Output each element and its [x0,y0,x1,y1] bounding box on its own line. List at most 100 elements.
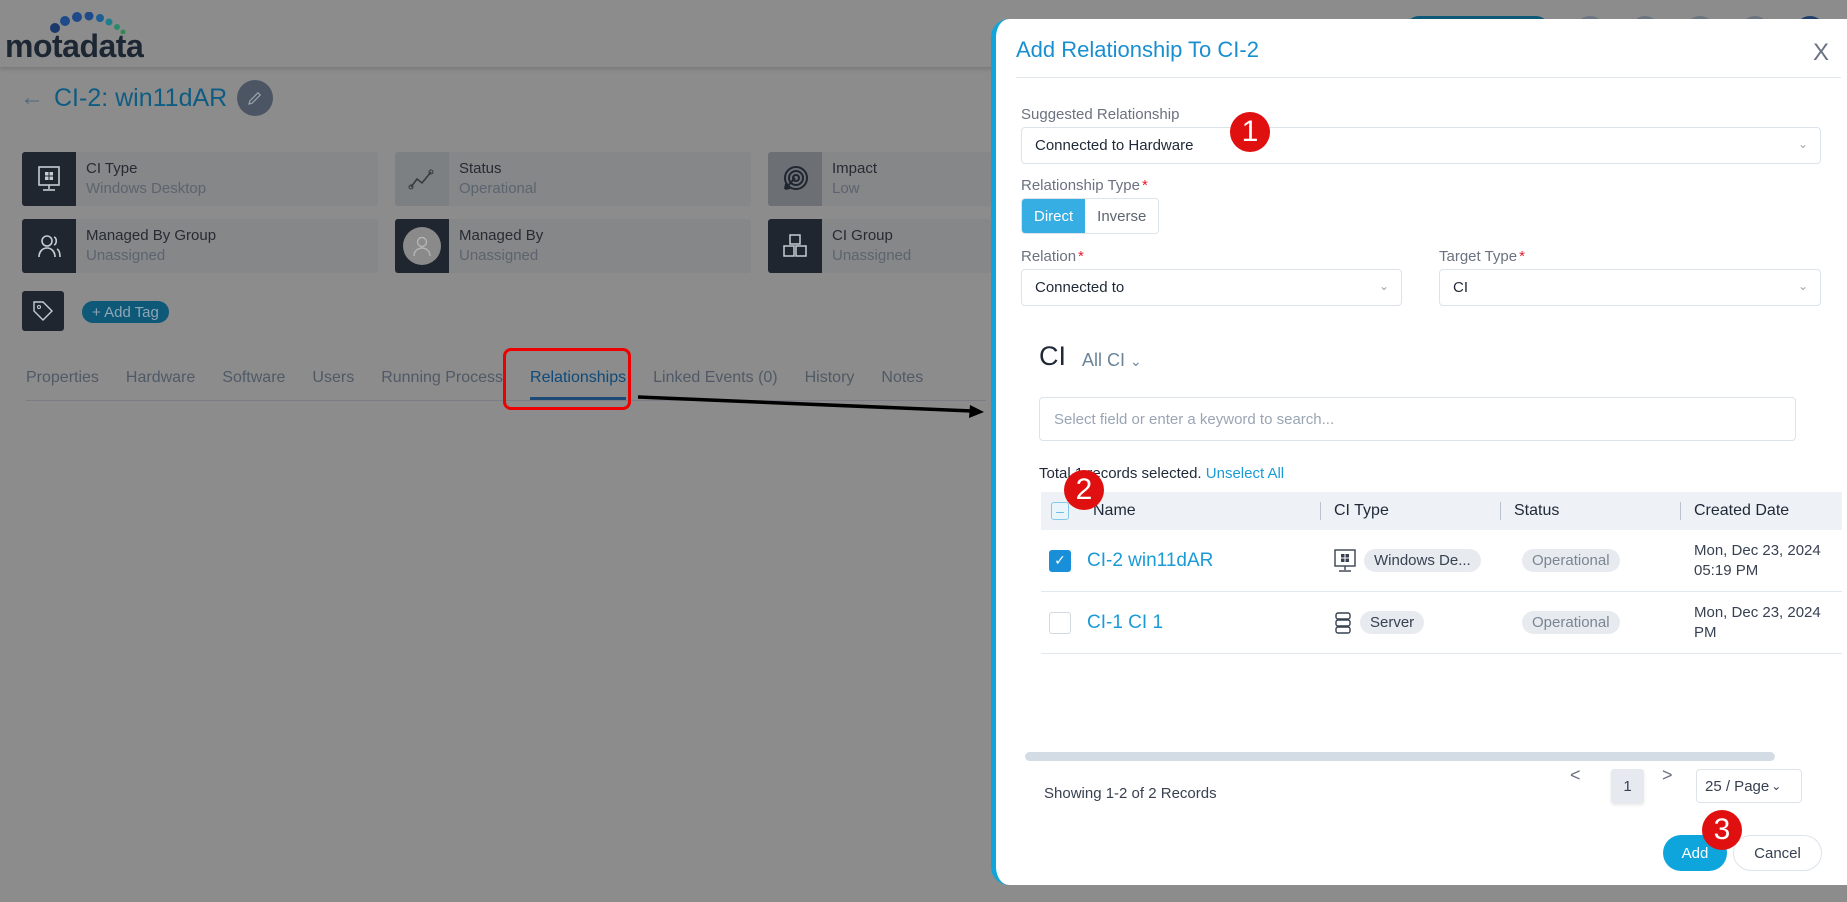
column-ci-type-label: CI Type [1334,502,1389,519]
info-value: Unassigned [86,247,166,264]
inverse-option[interactable]: Inverse [1085,199,1159,233]
created-time: PM [1694,623,1717,641]
tab-users[interactable]: Users [312,355,354,400]
annotation-badge-3: 3 [1702,810,1742,850]
row-checkbox[interactable]: ✓ [1049,549,1071,572]
relation-select[interactable]: Connected to ⌄ [1021,269,1402,306]
ci-filter-dropdown[interactable]: All CI ⌄ [1082,350,1142,371]
info-card-ci-group: CI Group Unassigned [768,219,991,273]
required-marker: * [1519,248,1525,265]
page-number-current[interactable]: 1 [1611,769,1644,803]
target-icon [768,152,822,206]
info-value: Unassigned [832,247,912,264]
close-button[interactable]: X [1813,39,1829,67]
cancel-button[interactable]: Cancel [1733,835,1822,871]
created-date: Mon, Dec 23, 2024 [1694,541,1821,559]
ci-table: – Name CI Type Status Created Date ✓ CI-… [1041,492,1842,654]
status-pill: Operational [1522,611,1620,634]
ci-type-pill: Server [1360,611,1425,634]
relation-label: Relation * [1021,248,1084,265]
ci-name-link[interactable]: CI-1 CI 1 [1087,612,1163,634]
row-checkbox[interactable] [1049,611,1071,634]
info-card-impact: Impact Low [768,152,991,206]
tab-running-process[interactable]: Running Process [381,355,503,400]
chevron-down-icon: ⌄ [1771,779,1782,793]
chevron-down-icon: ⌄ [1378,279,1389,293]
ci-type-pill: Windows De... [1364,549,1481,572]
required-marker: * [1141,177,1148,194]
info-label: Managed By [459,227,544,244]
info-card-managed-by-group: Managed By Group Unassigned [22,219,378,273]
info-label: Impact [832,160,878,177]
target-type-value: CI [1453,279,1468,296]
created-time: 05:19 PM [1694,561,1759,579]
target-type-label: Target Type * [1439,248,1525,265]
table-row[interactable]: CI-1 CI 1 Server Operational Mon, Dec 23… [1041,592,1842,654]
info-value: Operational [459,180,537,197]
select-all-checkbox[interactable]: – [1051,502,1069,520]
next-page-button[interactable]: > [1662,765,1673,786]
info-label: Managed By Group [86,227,217,244]
previous-page-button[interactable]: < [1570,765,1581,786]
info-label: Status [459,160,502,177]
annotation-badge-2: 2 [1064,470,1104,510]
column-status-label: Status [1514,502,1560,519]
column-created-date: Created Date [1680,492,1842,530]
target-type-select[interactable]: CI ⌄ [1439,269,1821,306]
tag-icon [22,291,64,331]
pencil-icon [248,91,262,105]
windows-desktop-icon [1334,548,1356,572]
motadata-logo: motadata [5,10,155,64]
tab-software[interactable]: Software [222,355,285,400]
ci-title: CI-2: win11dAR [54,83,228,112]
records-summary: Showing 1-2 of 2 Records [1044,785,1217,802]
tab-hardware[interactable]: Hardware [126,355,195,400]
status-pill: Operational [1522,549,1620,572]
relationship-type-label: Relationship Type * [1021,177,1148,194]
info-label: CI Type [86,160,138,177]
info-card-managed-by: Managed By Unassigned [395,219,751,273]
selection-text: Total 1 records selected. [1039,465,1202,482]
annotation-arrow-icon [637,395,984,418]
edit-button[interactable] [237,80,274,116]
direct-option[interactable]: Direct [1022,199,1086,233]
info-value: Windows Desktop [86,180,207,197]
add-tag-button[interactable]: + Add Tag [82,301,169,323]
page-size-select[interactable]: 25 / Page ⌄ [1696,769,1802,803]
users-icon [22,219,76,273]
windows-desktop-icon [22,152,76,206]
divider [1016,77,1841,78]
page-size-value: 25 / Page [1705,777,1770,795]
suggested-relationship-value: Connected to Hardware [1035,137,1194,154]
avatar-icon [395,219,449,273]
relation-label-text: Relation [1021,248,1077,265]
chevron-down-icon: ⌄ [1797,137,1808,151]
modal-title: Add Relationship To CI-2 [1016,37,1259,62]
column-created-date-label: Created Date [1694,502,1790,519]
column-status: Status [1500,492,1680,530]
info-value: Unassigned [459,247,539,264]
unselect-all-link[interactable]: Unselect All [1206,465,1284,482]
cubes-icon [768,219,822,273]
horizontal-scrollbar[interactable] [1025,752,1775,761]
status-trend-icon [395,152,449,206]
annotation-highlight-box [503,348,631,410]
chevron-down-icon: ⌄ [1130,353,1142,369]
info-value: Low [832,180,860,197]
suggested-relationship-select[interactable]: Connected to Hardware ⌄ [1021,127,1821,164]
search-input[interactable] [1039,397,1796,441]
created-date: Mon, Dec 23, 2024 [1694,603,1821,621]
relationship-type-toggle: Direct Inverse [1021,198,1160,234]
column-name-label: Name [1093,502,1136,519]
tab-properties[interactable]: Properties [26,355,99,400]
info-label: CI Group [832,227,893,244]
ci-heading: CI [1039,341,1066,371]
relationship-type-label-text: Relationship Type [1021,177,1140,194]
table-row[interactable]: ✓ CI-2 win11dAR Windows De... Operationa… [1041,530,1842,592]
logo-text: motadata [5,28,144,64]
add-relationship-modal: Add Relationship To CI-2 X Suggested Rel… [991,19,1847,885]
arrow-left-icon[interactable]: ← [20,84,44,112]
column-ci-type: CI Type [1320,492,1500,530]
annotation-badge-1: 1 [1230,112,1270,152]
ci-name-link[interactable]: CI-2 win11dAR [1087,550,1213,572]
